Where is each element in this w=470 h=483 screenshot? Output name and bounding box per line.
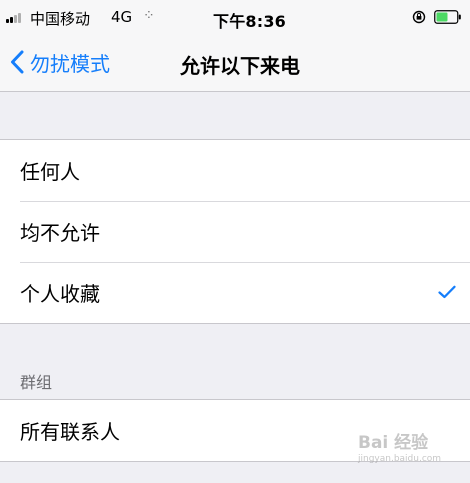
watermark-text: Bai 经验 xyxy=(358,433,429,453)
rotation-lock-icon xyxy=(412,10,426,24)
option-label: 个人收藏 xyxy=(20,282,100,306)
option-label: 任何人 xyxy=(20,160,80,184)
group-label: 所有联系人 xyxy=(20,420,120,444)
carrier-name: 中国移动 xyxy=(30,10,91,28)
watermark: Bai 经验 jingyan.baidu.com xyxy=(352,424,468,476)
checkmark-icon xyxy=(438,285,456,299)
status-bar: 中国移动 4G ⁘ 下午8:36 xyxy=(0,0,470,36)
option-anyone[interactable]: 任何人 xyxy=(0,140,470,201)
page-title: 允许以下来电 xyxy=(180,54,300,78)
allow-calls-options: 任何人 均不允许 个人收藏 xyxy=(0,139,470,324)
signal-icon xyxy=(6,13,28,23)
option-no-one[interactable]: 均不允许 xyxy=(0,201,470,262)
navigation-bar: 勿扰模式 允许以下来电 xyxy=(0,36,470,92)
option-label: 均不允许 xyxy=(20,221,100,245)
network-type: 4G xyxy=(111,8,133,26)
option-favorites[interactable]: 个人收藏 xyxy=(0,262,470,323)
screen: 中国移动 4G ⁘ 下午8:36 勿扰模式 允许以下来电 任何人 均不允许 个人… xyxy=(0,0,470,483)
watermark-subtext: jingyan.baidu.com xyxy=(358,454,442,464)
battery-icon xyxy=(434,10,461,24)
status-time: 下午8:36 xyxy=(213,12,286,31)
network-activity-icon: ⁘ xyxy=(143,8,155,24)
section-header-groups: 群组 xyxy=(20,373,53,392)
